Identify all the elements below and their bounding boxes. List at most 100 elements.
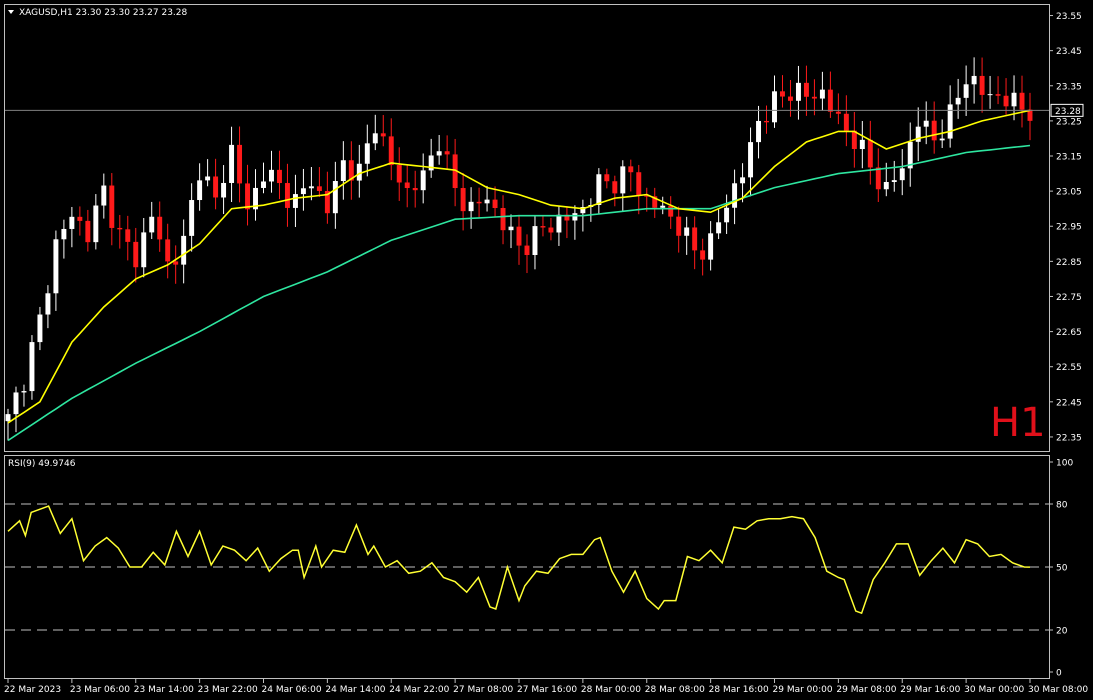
candle-body [787,96,793,101]
candle-body [93,205,99,243]
candle-body [308,186,314,189]
time-axis-label: 23 Mar 06:00 [70,685,130,695]
candle-body [5,414,11,422]
rsi-title: RSI(9) 49.9746 [8,459,76,469]
time-axis-label: 22 Mar 2023 [4,685,61,695]
time-axis-label: 24 Mar 22:00 [389,685,449,695]
candle-body [780,91,785,97]
candle-body [340,160,346,182]
candle-body [875,167,881,190]
candle-body [500,207,506,231]
time-axis-label: 30 Mar 00:00 [964,685,1024,695]
candle-body [899,168,905,181]
price-axis-label: 23.25 [1056,117,1082,127]
candle-body [508,226,514,231]
candle-body [628,166,634,173]
candle-body [109,185,115,228]
candle-body [237,144,243,184]
candle-body [516,226,522,246]
candle-body [859,139,865,150]
candle-body [883,181,889,190]
candle-body [724,207,730,223]
candle-body [1003,95,1009,107]
candle-body [404,182,410,189]
candle-body [269,169,274,182]
candle-body [125,229,131,242]
candle-body [700,250,706,260]
time-axis-label: 23 Mar 14:00 [134,685,194,695]
candle-body [213,176,219,198]
candle-body [21,391,27,393]
candle-body [61,228,67,240]
candle-body [827,89,833,112]
candle-body [524,245,530,256]
price-axis-label: 22.85 [1056,258,1082,268]
time-axis-label: 28 Mar 08:00 [645,685,705,695]
candle-body [1019,92,1025,110]
candle-body [157,216,163,240]
candle-body [620,166,626,194]
candle-body [803,82,809,97]
candle-body [636,172,642,196]
candle-body [1011,92,1017,107]
candle-body [444,151,450,155]
candle-body [420,170,426,191]
time-axis-label: 27 Mar 08:00 [453,685,513,695]
price-axis-label: 22.75 [1056,293,1082,303]
time-axis-label: 29 Mar 00:00 [773,685,833,695]
price-axis-label: 22.55 [1056,363,1082,373]
time-axis-label: 28 Mar 00:00 [581,685,641,695]
candle-body [149,216,155,233]
candle-body [756,120,762,143]
price-axis-label: 23.05 [1056,188,1082,198]
candle-body [604,174,610,182]
price-axis-label: 23.55 [1056,12,1082,22]
candle-body [13,392,19,415]
candle-body [29,342,35,392]
candle-body [979,75,985,95]
candle-body [476,201,482,204]
candle-body [596,174,602,206]
candle-body [85,220,91,243]
rsi-axis-label: 20 [1056,627,1068,637]
candle-body [676,216,682,236]
candle-body [835,111,841,114]
candle-body [572,213,578,221]
candle-body [732,183,738,208]
time-axis-label: 24 Mar 06:00 [262,685,322,695]
candle-body [708,233,714,260]
candle-body [141,232,147,268]
candle-body [388,136,394,166]
candle-body [284,183,290,208]
time-axis-label: 27 Mar 16:00 [517,685,577,695]
price-axis-label: 23.45 [1056,47,1082,57]
candle-body [181,235,187,265]
candle-body [548,227,554,233]
candle-body [117,227,123,230]
candle-body [396,165,402,183]
timeframe-watermark: H1 [990,400,1046,446]
rsi-axis-label: 100 [1056,459,1073,469]
candle-body [923,120,929,127]
candle-body [995,94,1001,96]
candle-body [772,91,777,123]
candle-body [245,183,251,210]
candle-body [987,94,993,96]
candle-body [133,241,139,268]
candle-body [851,130,857,150]
candle-body [843,113,849,131]
candle-body [740,177,746,184]
candle-body [867,139,873,168]
candle-body [971,75,977,85]
candle-body [764,120,769,123]
candle-body [795,82,801,101]
candle-body [316,186,322,191]
candle-body [532,226,538,256]
candle [29,335,35,400]
candle-body [37,314,43,343]
candle-body [668,205,674,217]
candle-body [101,185,107,206]
rsi-axis-label: 80 [1056,501,1068,511]
candle-body [692,227,698,251]
candle-body [380,133,386,137]
